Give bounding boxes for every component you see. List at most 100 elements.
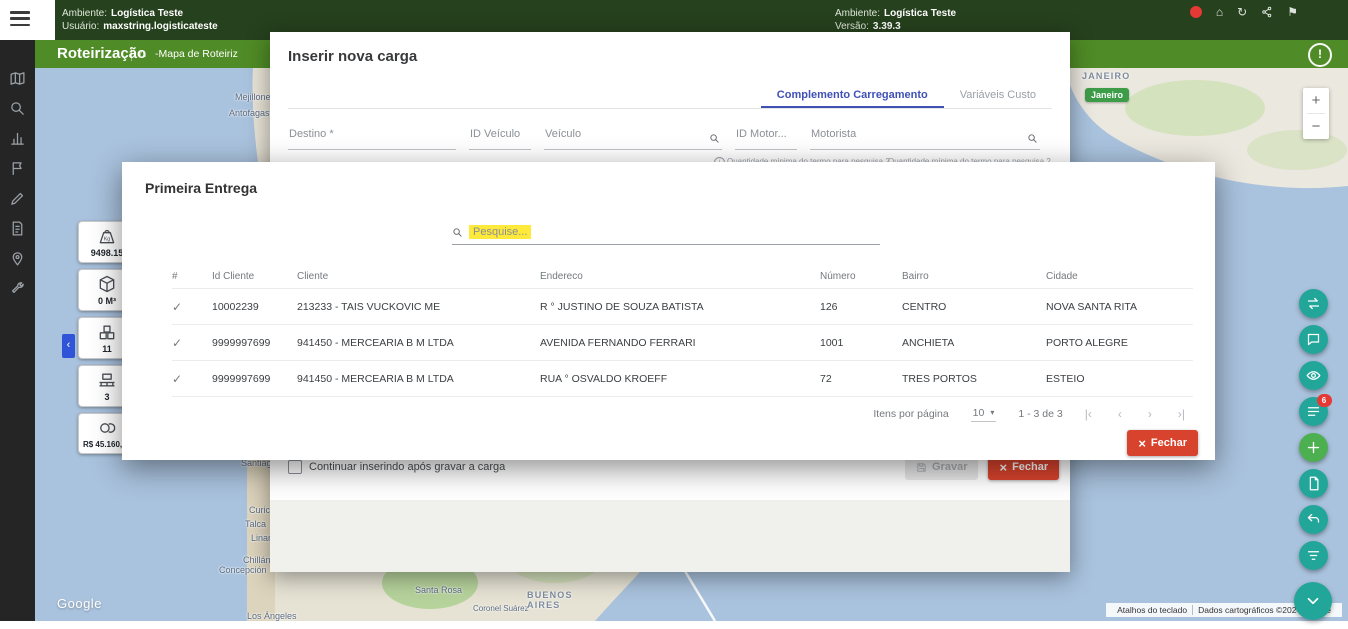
refresh-icon[interactable]: ↻ xyxy=(1237,5,1247,19)
edit-icon xyxy=(9,190,26,207)
col-id-cliente: Id Cliente xyxy=(212,271,297,282)
map-zoom-control: + − xyxy=(1303,88,1329,139)
search-icon[interactable] xyxy=(1027,133,1038,144)
tool-sidebar xyxy=(0,40,35,621)
undo-button[interactable] xyxy=(1299,505,1328,534)
share-icon[interactable] xyxy=(1261,6,1273,18)
home-icon[interactable]: ⌂ xyxy=(1216,5,1223,19)
search-icon xyxy=(452,227,463,238)
table-row[interactable]: ✓ 9999997699 941450 - MERCEARIA B M LTDA… xyxy=(172,361,1193,397)
col-check: # xyxy=(172,271,212,282)
map-label: Coronel Suárez xyxy=(473,604,529,613)
sidebar-item-edit[interactable] xyxy=(9,190,26,207)
next-page-icon[interactable]: › xyxy=(1148,407,1152,421)
chat-button[interactable] xyxy=(1299,325,1328,354)
check-icon[interactable]: ✓ xyxy=(172,336,212,350)
continue-inserting-option: Continuar inserindo após gravar a carga xyxy=(288,460,505,474)
save-icon xyxy=(916,462,927,473)
ham burger-menu-icon[interactable] xyxy=(10,11,30,26)
env2-value: Logística Teste xyxy=(884,7,956,20)
sidebar-item-locations[interactable] xyxy=(9,250,26,267)
money-icon xyxy=(97,418,117,438)
veiculo-field[interactable]: Veículo xyxy=(544,128,722,150)
checkbox-label: Continuar inserindo após gravar a carga xyxy=(309,461,505,473)
alert-icon[interactable]: ! xyxy=(1308,43,1332,67)
sidebar-item-documents[interactable] xyxy=(9,220,26,237)
pagination: Itens por página 10 ▾ 1 - 3 de 3 |‹ ‹ › … xyxy=(873,402,1185,426)
destino-field[interactable]: Destino * xyxy=(288,128,456,150)
search-placeholder: Pesquise... xyxy=(469,225,531,239)
add-button[interactable] xyxy=(1299,433,1328,462)
chevron-down-icon: ▾ xyxy=(990,408,994,417)
chat-icon xyxy=(1306,332,1321,347)
sidebar-item-reports[interactable] xyxy=(9,130,26,147)
user-value: maxstring.logisticateste xyxy=(103,20,217,33)
prev-page-icon[interactable]: ‹ xyxy=(1118,407,1122,421)
boxes-icon xyxy=(97,322,117,342)
sidebar-item-map[interactable] xyxy=(9,70,26,87)
motorista-field[interactable]: Motorista xyxy=(810,128,1040,150)
list-count-badge: 6 xyxy=(1317,394,1332,407)
zoom-in-button[interactable]: + xyxy=(1303,88,1329,113)
env-value: Logística Teste xyxy=(111,7,183,20)
zoom-out-button[interactable]: − xyxy=(1303,114,1329,139)
id-motorista-field[interactable]: ID Motor... xyxy=(735,128,797,150)
close-icon: × xyxy=(999,461,1007,474)
svg-text:Kg: Kg xyxy=(104,237,111,243)
map-label: Talca xyxy=(245,519,266,529)
breadcrumb[interactable]: -Mapa de Roteiriz xyxy=(155,40,238,68)
search-icon[interactable] xyxy=(709,133,720,144)
cube-icon xyxy=(97,274,117,294)
flag-icon xyxy=(9,160,26,177)
home-icon[interactable]: ⌂ xyxy=(139,40,146,67)
sidebar-item-flags[interactable] xyxy=(9,160,26,177)
plus-icon xyxy=(1306,440,1321,455)
env2-label: Ambiente: xyxy=(835,7,880,20)
map-label: Los Ángeles xyxy=(247,611,297,621)
table-header: # Id Cliente Cliente Endereco Número Bai… xyxy=(172,264,1193,289)
load-form-fields: Destino * ID Veículo Veículo ID Motor...… xyxy=(288,128,1040,150)
list-button[interactable]: 6 xyxy=(1299,397,1328,426)
user-label: Usuário: xyxy=(62,20,99,33)
undo-icon xyxy=(1306,512,1321,527)
weight-icon: Kg xyxy=(97,226,117,246)
sidebar-item-search[interactable] xyxy=(9,100,26,117)
last-page-icon[interactable]: ›| xyxy=(1178,407,1185,421)
items-per-page-select[interactable]: 10 ▾ xyxy=(971,407,997,422)
tab-complemento-carregamento[interactable]: Complemento Carregamento xyxy=(761,82,944,108)
swap-routes-button[interactable] xyxy=(1299,289,1328,318)
first-page-icon[interactable]: |‹ xyxy=(1085,407,1092,421)
filter-button[interactable] xyxy=(1299,541,1328,570)
tab-variaveis-custo[interactable]: Variáveis Custo xyxy=(944,82,1052,108)
environment-info: Ambiente:Logística Teste Usuário:maxstri… xyxy=(62,7,218,33)
id-veiculo-field[interactable]: ID Veículo xyxy=(469,128,531,150)
expand-panel-button[interactable] xyxy=(1294,582,1332,620)
search-field[interactable]: Pesquise... xyxy=(452,220,880,245)
keyboard-shortcuts-link[interactable]: Atalhos do teclado xyxy=(1112,605,1192,615)
panel-collapse-button[interactable]: ‹ xyxy=(62,334,75,358)
map-action-buttons: 6 xyxy=(1294,289,1332,620)
table-row[interactable]: ✓ 9999997699 941450 - MERCEARIA B M LTDA… xyxy=(172,325,1193,361)
check-icon[interactable]: ✓ xyxy=(172,300,212,314)
continue-inserting-checkbox[interactable] xyxy=(288,460,302,474)
modal-title: Primeira Entrega xyxy=(145,180,257,196)
version-info: Ambiente:Logística Teste Versão:3.39.3 xyxy=(835,7,956,33)
col-cidade: Cidade xyxy=(1046,271,1193,282)
flag-icon[interactable]: ⚑ xyxy=(1287,5,1298,19)
bottom-strip xyxy=(0,621,1348,629)
notification-icon[interactable] xyxy=(1190,6,1202,18)
sidebar-item-tools[interactable] xyxy=(9,280,26,297)
fechar-button[interactable]: × Fechar xyxy=(1127,430,1198,456)
map-marker-pill[interactable]: Janeiro xyxy=(1085,88,1129,102)
map-region-label: BUENOS AIRES xyxy=(527,590,579,610)
check-icon[interactable]: ✓ xyxy=(172,372,212,386)
pallet-icon xyxy=(97,370,117,390)
swap-icon xyxy=(1306,296,1321,311)
document-icon xyxy=(9,220,26,237)
wrench-icon xyxy=(9,280,26,297)
document-button[interactable] xyxy=(1299,469,1328,498)
visibility-button[interactable] xyxy=(1299,361,1328,390)
modal-footer-area xyxy=(270,500,1070,572)
table-row[interactable]: ✓ 10002239 213233 - TAIS VUCKOVIC ME R °… xyxy=(172,289,1193,325)
file-icon xyxy=(1306,476,1321,491)
